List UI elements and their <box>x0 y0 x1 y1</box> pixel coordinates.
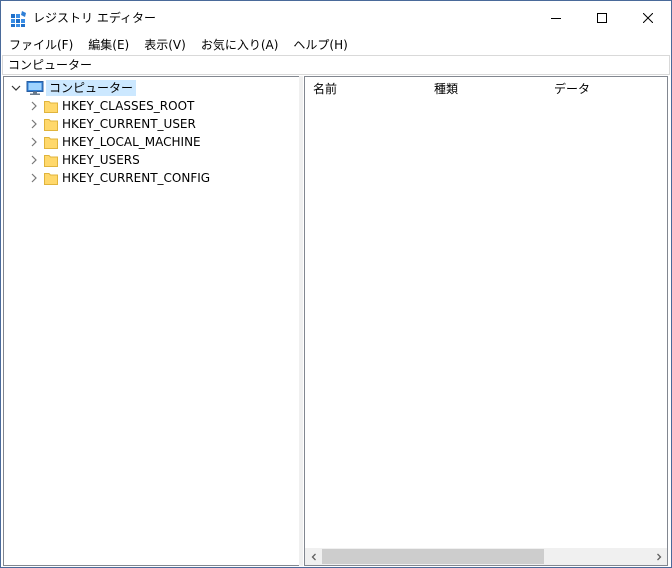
tree-root-label: コンピューター <box>46 80 137 96</box>
menu-file[interactable]: ファイル(F) <box>1 35 80 55</box>
minimize-icon <box>551 18 561 19</box>
title-bar[interactable]: レジストリ エディター <box>1 1 671 35</box>
folder-icon <box>44 155 58 167</box>
registry-editor-window: レジストリ エディター ファイル(F) 編集(E) 表示(V) お気に入り(A)… <box>0 0 672 568</box>
computer-icon <box>26 81 44 95</box>
chevron-right-icon[interactable] <box>28 97 40 115</box>
tree-node-label: HKEY_CLASSES_ROOT <box>62 99 195 113</box>
folder-icon <box>44 101 58 113</box>
close-icon <box>643 13 653 23</box>
column-header-type[interactable]: 種類 <box>426 77 546 101</box>
chevron-down-icon[interactable] <box>10 79 22 97</box>
folder-icon <box>44 137 58 149</box>
address-bar[interactable]: コンピューター <box>2 55 670 75</box>
minimize-button[interactable] <box>533 1 579 35</box>
regedit-icon <box>11 11 26 27</box>
window-title: レジストリ エディター <box>33 11 156 25</box>
address-value: コンピューター <box>8 58 93 72</box>
chevron-right-icon[interactable] <box>28 115 40 133</box>
chevron-right-icon[interactable] <box>28 133 40 151</box>
maximize-button[interactable] <box>579 1 625 35</box>
tree-node-hkey-local-machine[interactable]: HKEY_LOCAL_MACHINE <box>28 133 201 151</box>
menu-help[interactable]: ヘルプ(H) <box>285 35 354 55</box>
tree-node-hkey-users[interactable]: HKEY_USERS <box>28 151 140 169</box>
close-button[interactable] <box>625 1 671 35</box>
chevron-left-icon <box>311 553 316 560</box>
tree-node-label: HKEY_USERS <box>62 153 140 167</box>
tree-node-label: HKEY_CURRENT_USER <box>62 117 196 131</box>
folder-icon <box>44 119 58 131</box>
menu-edit[interactable]: 編集(E) <box>80 35 136 55</box>
column-header-name[interactable]: 名前 <box>305 77 426 101</box>
tree-node-label: HKEY_LOCAL_MACHINE <box>62 135 201 149</box>
chevron-right-icon[interactable] <box>28 151 40 169</box>
chevron-right-icon <box>656 553 661 560</box>
tree-node-hkey-current-user[interactable]: HKEY_CURRENT_USER <box>28 115 196 133</box>
tree-node-label: HKEY_CURRENT_CONFIG <box>62 171 211 185</box>
pane-splitter[interactable] <box>299 76 303 566</box>
maximize-icon <box>597 13 607 23</box>
tree-node-hkey-classes-root[interactable]: HKEY_CLASSES_ROOT <box>28 97 194 115</box>
tree-root-computer[interactable]: コンピューター <box>10 79 137 97</box>
scroll-right-button[interactable] <box>650 548 667 565</box>
menu-bar: ファイル(F) 編集(E) 表示(V) お気に入り(A) ヘルプ(H) <box>1 35 671 55</box>
scrollbar-thumb[interactable] <box>322 549 544 564</box>
menu-view[interactable]: 表示(V) <box>136 35 193 55</box>
horizontal-scrollbar[interactable] <box>305 548 667 565</box>
key-tree-pane[interactable]: コンピューター HKEY_CLASSES_ROOT HKEY_CURRENT_U… <box>3 76 300 566</box>
folder-icon <box>44 173 58 185</box>
scroll-left-button[interactable] <box>305 548 322 565</box>
menu-favorites[interactable]: お気に入り(A) <box>193 35 286 55</box>
chevron-right-icon[interactable] <box>28 169 40 187</box>
value-list-pane[interactable]: 名前 種類 データ <box>304 76 668 566</box>
tree-node-hkey-current-config[interactable]: HKEY_CURRENT_CONFIG <box>28 169 210 187</box>
column-header-data[interactable]: データ <box>546 77 667 101</box>
